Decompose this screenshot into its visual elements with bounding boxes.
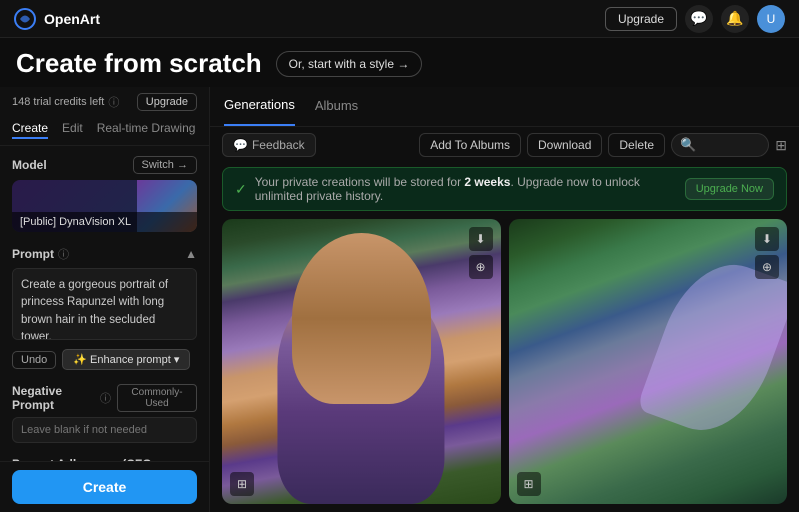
sidebar: 148 trial credits left ⓘ Upgrade Create … (0, 87, 210, 512)
cfg-section: Prompt Adherence (CFG Scale) ⓘ 7 (0, 449, 209, 461)
image1-overlay-icons: ⬇ ⊕ (469, 227, 493, 279)
top-nav: OpenArt Upgrade 💬 🔔 U (0, 0, 799, 38)
credits-help-icon[interactable]: ⓘ (108, 94, 119, 110)
search-input[interactable] (700, 139, 760, 151)
grid-search-icon[interactable]: ⊞ (775, 137, 787, 154)
model-card-label: [Public] DynaVision XL (12, 212, 197, 232)
toolbar-left: 💬 Feedback (222, 133, 316, 157)
feedback-icon: 💬 (233, 138, 248, 152)
image1-download-icon[interactable]: ⬇ (469, 227, 493, 251)
princess-image-content (222, 219, 501, 504)
chat-icon: 💬 (690, 10, 707, 27)
page-title: Create from scratch (16, 48, 262, 79)
tab-albums[interactable]: Albums (315, 87, 358, 126)
neg-help-icon[interactable]: ⓘ (100, 390, 111, 406)
image1-bottom-icons: ⊞ (230, 472, 254, 496)
logo-icon (14, 8, 36, 30)
image1-zoom-icon[interactable]: ⊕ (469, 255, 493, 279)
negative-prompt-label: Negative Prompt (12, 384, 94, 412)
switch-model-button[interactable]: Switch → (133, 156, 197, 174)
enhance-prompt-button[interactable]: ✨ Enhance prompt ▾ (62, 349, 190, 370)
tab-generations[interactable]: Generations (224, 87, 295, 126)
tab-realtime[interactable]: Real-time Drawing (97, 121, 196, 139)
page-header: Create from scratch Or, start with a sty… (0, 38, 799, 87)
fairy-image-content (509, 219, 788, 504)
content-area: Generations Albums 💬 Feedback Add To Alb… (210, 87, 799, 512)
collapse-icon[interactable]: ▲ (185, 247, 197, 261)
credits-bar: 148 trial credits left ⓘ Upgrade (0, 87, 209, 117)
negative-prompt-input[interactable] (12, 417, 197, 443)
bell-icon-btn[interactable]: 🔔 (721, 5, 749, 33)
toolbar-right: Add To Albums Download Delete 🔍 ⊞ (419, 133, 787, 157)
tab-create[interactable]: Create (12, 121, 48, 139)
image2-zoom-icon[interactable]: ⊕ (755, 255, 779, 279)
create-section: Create (0, 461, 209, 512)
image2-download-icon[interactable]: ⬇ (755, 227, 779, 251)
model-section: Model Switch → [Public] DynaVision XL (0, 146, 209, 238)
main-layout: 148 trial credits left ⓘ Upgrade Create … (0, 87, 799, 512)
create-button[interactable]: Create (12, 470, 197, 504)
image2-bottom-icons: ⊞ (517, 472, 541, 496)
nav-left: OpenArt (14, 8, 100, 30)
prompt-label: Prompt (12, 247, 54, 261)
sidebar-tabs: Create Edit Real-time Drawing (0, 117, 209, 146)
search-bar: 🔍 (671, 133, 769, 157)
avatar[interactable]: U (757, 5, 785, 33)
content-tabs: Generations Albums (210, 87, 799, 127)
model-label: Model (12, 158, 47, 172)
chat-icon-btn[interactable]: 💬 (685, 5, 713, 33)
model-card[interactable]: [Public] DynaVision XL (12, 180, 197, 232)
images-area: ⬇ ⊕ ⊞ ⬇ ⊕ ⊞ (210, 215, 799, 512)
prompt-actions: Undo ✨ Enhance prompt ▾ (12, 349, 197, 370)
undo-button[interactable]: Undo (12, 351, 56, 369)
banner-left: ✓ Your private creations will be stored … (235, 175, 685, 203)
commonly-used-button[interactable]: Commonly-Used (117, 384, 197, 412)
upgrade-now-button[interactable]: Upgrade Now (685, 178, 774, 200)
banner-text: Your private creations will be stored fo… (255, 175, 685, 203)
tab-edit[interactable]: Edit (62, 121, 83, 139)
check-icon: ✓ (235, 181, 247, 198)
upgrade-button-top[interactable]: Upgrade (605, 7, 677, 31)
delete-button[interactable]: Delete (608, 133, 665, 157)
start-with-style-button[interactable]: Or, start with a style → (276, 51, 423, 77)
logo-text: OpenArt (44, 11, 100, 27)
download-button[interactable]: Download (527, 133, 602, 157)
bell-icon: 🔔 (726, 10, 743, 27)
image2-expand-icon[interactable]: ⊞ (517, 472, 541, 496)
content-toolbar: 💬 Feedback Add To Albums Download Delete… (210, 127, 799, 163)
add-to-albums-button[interactable]: Add To Albums (419, 133, 521, 157)
search-icon: 🔍 (680, 137, 696, 153)
prompt-help-icon[interactable]: ⓘ (58, 246, 69, 262)
nav-right: Upgrade 💬 🔔 U (605, 5, 785, 33)
negative-prompt-section: Negative Prompt ⓘ Commonly-Used (0, 378, 209, 449)
prompt-textarea[interactable]: Create a gorgeous portrait of princess R… (12, 268, 197, 340)
prompt-section: Prompt ⓘ ▲ Create a gorgeous portrait of… (0, 238, 209, 378)
image2-overlay-icons: ⬇ ⊕ (755, 227, 779, 279)
info-banner: ✓ Your private creations will be stored … (222, 167, 787, 211)
credits-upgrade-button[interactable]: Upgrade (137, 93, 197, 111)
feedback-button[interactable]: 💬 Feedback (222, 133, 316, 157)
credits-text: 148 trial credits left ⓘ (12, 94, 119, 110)
image1-expand-icon[interactable]: ⊞ (230, 472, 254, 496)
image-princess[interactable]: ⬇ ⊕ ⊞ (222, 219, 501, 504)
image-fairy[interactable]: ⬇ ⊕ ⊞ (509, 219, 788, 504)
